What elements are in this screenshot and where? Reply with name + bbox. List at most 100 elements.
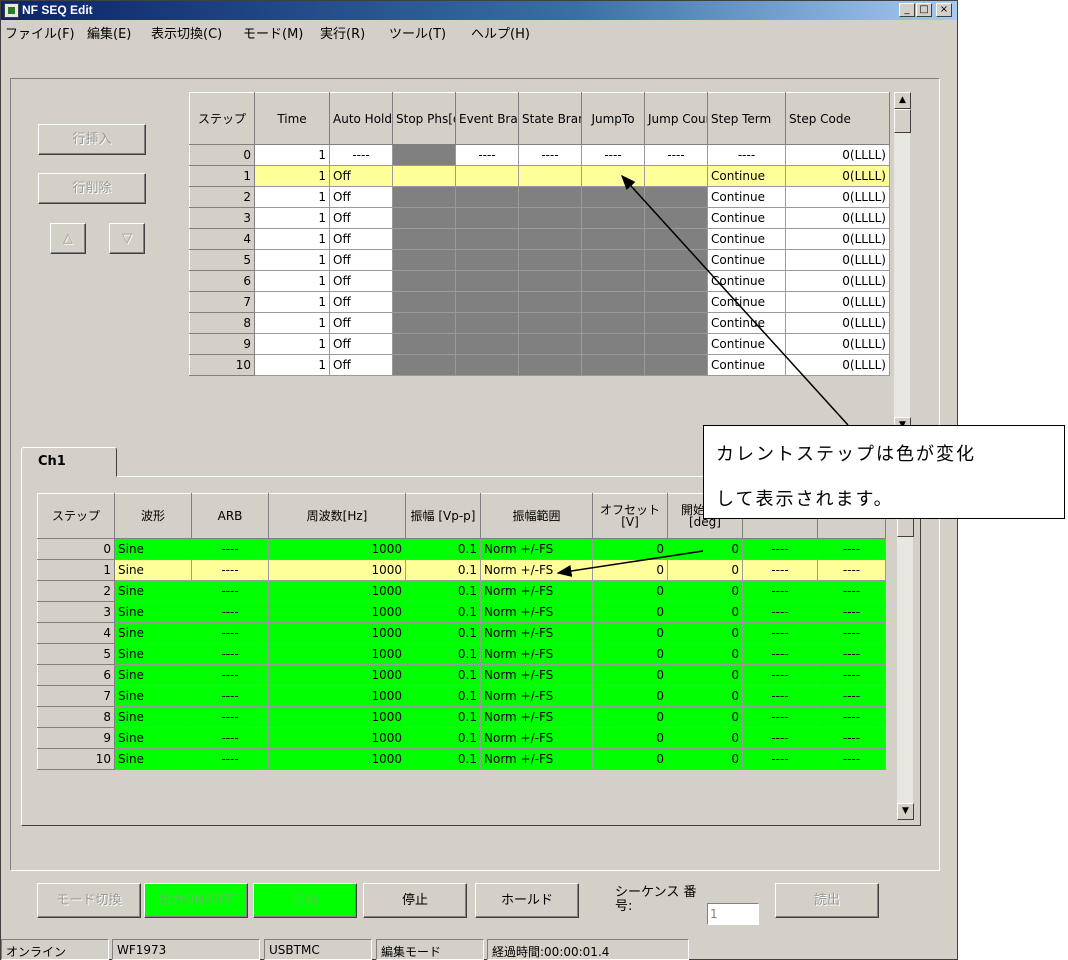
table-cell[interactable]: ---- [742, 706, 818, 728]
table-cell[interactable]: ---- [817, 622, 886, 644]
table-cell[interactable]: 0 [592, 559, 668, 581]
menu-file[interactable]: ファイル(F) [5, 23, 75, 42]
menu-help[interactable]: ヘルプ(H) [471, 23, 530, 42]
table-cell[interactable] [455, 354, 519, 376]
table-cell[interactable]: ---- [191, 538, 269, 560]
step-col-header[interactable]: Event Branch [455, 92, 519, 145]
table-cell[interactable]: 1 [254, 207, 330, 229]
table-cell[interactable]: 0 [189, 144, 255, 166]
table-cell[interactable] [455, 291, 519, 313]
table-cell[interactable]: 0(LLLL) [785, 186, 890, 208]
table-cell[interactable]: Norm +/-FS [480, 706, 593, 728]
table-cell[interactable] [581, 207, 645, 229]
table-cell[interactable]: 0.1 [405, 706, 481, 728]
channel-col-header[interactable]: 周波数[Hz] [268, 493, 406, 539]
table-cell[interactable] [644, 186, 708, 208]
table-cell[interactable]: 1000 [268, 538, 406, 560]
table-cell[interactable] [644, 354, 708, 376]
table-cell[interactable]: 0 [592, 748, 668, 770]
table-cell[interactable]: ---- [329, 144, 393, 166]
table-row[interactable]: 10 Sine ---- 1000 0.1 Norm +/-FS 0 0 ---- ---- [37, 748, 886, 770]
table-cell[interactable]: Off [329, 312, 393, 334]
table-cell[interactable]: ---- [817, 580, 886, 602]
table-cell[interactable]: Sine [114, 685, 192, 707]
table-cell[interactable] [455, 312, 519, 334]
table-cell[interactable] [518, 270, 582, 292]
table-cell[interactable]: 0 [667, 664, 743, 686]
channel-col-header[interactable]: ステップ [37, 493, 115, 539]
table-cell[interactable] [644, 291, 708, 313]
table-cell[interactable]: 0(LLLL) [785, 354, 890, 376]
table-cell[interactable] [581, 249, 645, 271]
table-cell[interactable]: 0.1 [405, 664, 481, 686]
table-cell[interactable]: 0(LLLL) [785, 228, 890, 250]
minimize-button[interactable]: _ [899, 3, 915, 17]
insert-row-button[interactable]: 行挿入 [38, 124, 146, 155]
table-cell[interactable]: Sine [114, 727, 192, 749]
table-cell[interactable]: Off [329, 186, 393, 208]
table-cell[interactable] [518, 312, 582, 334]
table-cell[interactable]: 0.1 [405, 559, 481, 581]
table-cell[interactable]: 0 [592, 685, 668, 707]
table-cell[interactable] [581, 186, 645, 208]
table-cell[interactable]: 5 [37, 643, 115, 665]
table-cell[interactable] [518, 228, 582, 250]
table-cell[interactable]: 0(LLLL) [785, 312, 890, 334]
table-cell[interactable]: Off [329, 354, 393, 376]
table-cell[interactable]: 0 [592, 538, 668, 560]
table-cell[interactable]: 1000 [268, 643, 406, 665]
table-cell[interactable]: 0 [592, 727, 668, 749]
mode-switch-button[interactable]: モード切換 [37, 883, 141, 918]
step-col-header[interactable]: Auto Hold [329, 92, 393, 145]
table-cell[interactable]: Continue [707, 291, 786, 313]
table-cell[interactable]: 3 [37, 601, 115, 623]
table-cell[interactable]: ---- [191, 685, 269, 707]
table-cell[interactable]: ---- [742, 559, 818, 581]
table-cell[interactable]: 0 [667, 643, 743, 665]
table-cell[interactable]: Norm +/-FS [480, 643, 593, 665]
table-cell[interactable] [392, 165, 456, 187]
table-row[interactable]: 5 1 Off Continue 0(LLLL) [189, 249, 890, 271]
table-cell[interactable]: 0(LLLL) [785, 144, 890, 166]
table-cell[interactable]: ---- [817, 727, 886, 749]
move-down-button[interactable]: ▽ [109, 223, 145, 254]
table-cell[interactable] [644, 228, 708, 250]
table-row[interactable]: 4 Sine ---- 1000 0.1 Norm +/-FS 0 0 ---- ---- [37, 622, 886, 644]
table-cell[interactable]: 0 [592, 706, 668, 728]
table-cell[interactable] [518, 249, 582, 271]
channel-col-header[interactable]: ARB [191, 493, 269, 539]
table-cell[interactable]: Norm +/-FS [480, 664, 593, 686]
table-cell[interactable] [581, 312, 645, 334]
table-cell[interactable]: ---- [191, 559, 269, 581]
step-col-header[interactable]: Stop Phs[deg] [392, 92, 456, 145]
table-cell[interactable]: Norm +/-FS [480, 580, 593, 602]
table-cell[interactable]: Norm +/-FS [480, 559, 593, 581]
read-button[interactable]: 読出 [775, 883, 879, 918]
table-cell[interactable]: 0(LLLL) [785, 270, 890, 292]
table-row[interactable]: 1 1 Off Continue 0(LLLL) [189, 165, 890, 187]
table-cell[interactable] [581, 354, 645, 376]
table-cell[interactable]: Off [329, 165, 393, 187]
table-cell[interactable]: Off [329, 333, 393, 355]
table-row[interactable]: 6 Sine ---- 1000 0.1 Norm +/-FS 0 0 ---- ---- [37, 664, 886, 686]
table-cell[interactable] [392, 312, 456, 334]
table-row[interactable]: 4 1 Off Continue 0(LLLL) [189, 228, 890, 250]
table-cell[interactable]: Sine [114, 664, 192, 686]
table-cell[interactable]: ---- [817, 664, 886, 686]
table-cell[interactable] [392, 291, 456, 313]
step-table-scrollbar[interactable]: ▲ ▼ [893, 92, 911, 434]
table-cell[interactable]: 0 [667, 748, 743, 770]
close-button[interactable]: × [936, 3, 952, 17]
table-cell[interactable]: 0.1 [405, 727, 481, 749]
table-cell[interactable]: 0.1 [405, 685, 481, 707]
table-cell[interactable]: Norm +/-FS [480, 727, 593, 749]
table-cell[interactable]: 9 [37, 727, 115, 749]
table-cell[interactable] [644, 270, 708, 292]
table-cell[interactable] [518, 207, 582, 229]
table-cell[interactable]: 4 [37, 622, 115, 644]
table-cell[interactable]: ---- [455, 144, 519, 166]
table-cell[interactable]: ---- [742, 643, 818, 665]
table-cell[interactable]: 1 [254, 270, 330, 292]
table-cell[interactable]: Continue [707, 312, 786, 334]
table-cell[interactable]: ---- [742, 601, 818, 623]
